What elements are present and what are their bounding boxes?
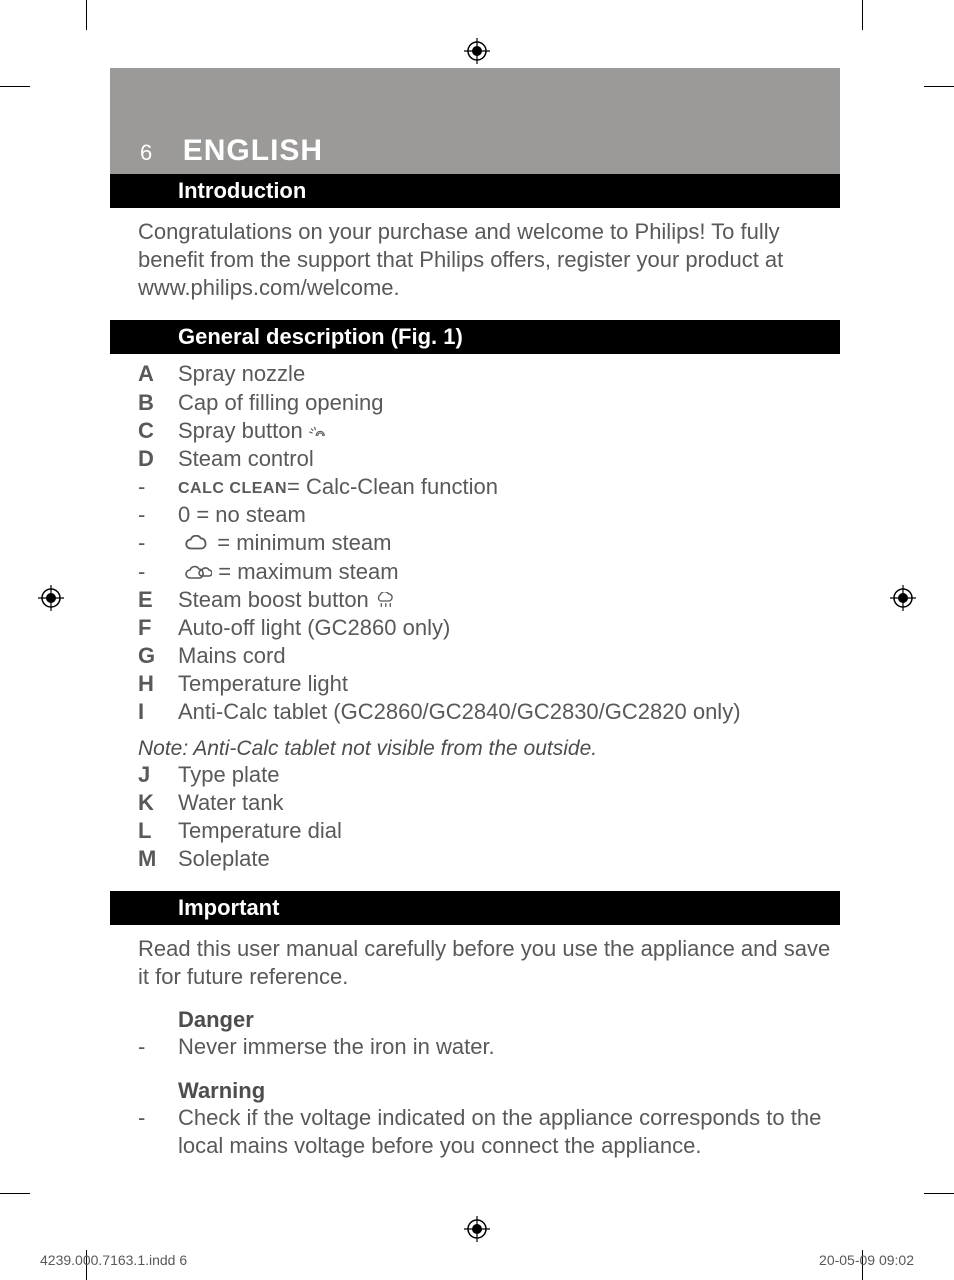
list-item: DSteam control [138,445,840,473]
item-text: Type plate [178,761,840,789]
item-text: Check if the voltage indicated on the ap… [178,1104,840,1160]
item-label: A [138,360,178,388]
crop-mark [0,86,30,87]
item-dash: - [138,1033,178,1061]
item-text: Never immerse the iron in water. [178,1033,840,1061]
item-text: 0 = no steam [178,501,840,529]
list-item: LTemperature dial [138,817,840,845]
list-item: IAnti-Calc tablet (GC2860/GC2840/GC2830/… [138,698,840,726]
item-label: L [138,817,178,845]
page-number: 6 [140,140,153,166]
list-item: - = maximum steam [138,558,840,586]
crop-mark [924,86,954,87]
danger-list: -Never immerse the iron in water. [110,1033,840,1061]
item-text: Spray button [178,417,840,445]
item-text: Water tank [178,789,840,817]
list-item: CSpray button [138,417,840,445]
item-text: Temperature light [178,670,840,698]
item-label: D [138,445,178,473]
list-item: JType plate [138,761,840,789]
anti-calc-note: Note: Anti-Calc tablet not visible from … [110,727,840,761]
registration-mark-icon [38,585,64,611]
list-item: KWater tank [138,789,840,817]
crop-mark [0,1193,30,1194]
general-description-list: ASpray nozzle BCap of filling opening CS… [110,354,840,726]
crop-mark [924,1193,954,1194]
steam-boost-icon [375,587,397,612]
item-text: Auto-off light (GC2860 only) [178,614,840,642]
item-label: E [138,586,178,614]
crop-mark [862,0,863,30]
item-text: Soleplate [178,845,840,873]
item-text: Spray nozzle [178,360,840,388]
item-label: F [138,614,178,642]
item-text: Mains cord [178,642,840,670]
registration-mark-icon [464,38,490,64]
danger-heading: Danger [110,1007,840,1033]
page-header-banner: 6 ENGLISH [110,68,840,174]
list-item: GMains cord [138,642,840,670]
list-item: BCap of filling opening [138,389,840,417]
item-label: G [138,642,178,670]
steam-min-icon [184,530,211,555]
item-label: J [138,761,178,789]
list-item: -Never immerse the iron in water. [138,1033,840,1061]
spray-icon [309,418,327,443]
registration-mark-icon [890,585,916,611]
item-text: = minimum steam [178,529,840,557]
item-text: Steam boost button [178,586,840,614]
item-label: C [138,417,178,445]
list-item: HTemperature light [138,670,840,698]
section-heading-important: Important [110,891,840,925]
warning-heading: Warning [110,1078,840,1104]
item-label: I [138,698,178,726]
list-item: ESteam boost button [138,586,840,614]
item-text: CALC CLEAN= Calc-Clean function [178,473,840,501]
item-dash: - [138,473,178,501]
item-label: H [138,670,178,698]
list-item: -CALC CLEAN= Calc-Clean function [138,473,840,501]
general-description-list-2: JType plate KWater tank LTemperature dia… [110,761,840,874]
section-heading-introduction: Introduction [110,174,840,208]
page-title: ENGLISH [183,134,323,168]
section-heading-general: General description (Fig. 1) [110,320,840,354]
list-item: -Check if the voltage indicated on the a… [138,1104,840,1160]
list-item: - = minimum steam [138,529,840,557]
item-label: M [138,845,178,873]
list-item: - 0 = no steam [138,501,840,529]
warning-list: -Check if the voltage indicated on the a… [110,1104,840,1160]
footer-filename: 4239.000.7163.1.indd 6 [40,1252,187,1268]
list-item: FAuto-off light (GC2860 only) [138,614,840,642]
footer-timestamp: 20-05-09 09:02 [819,1252,914,1268]
item-dash: - [138,529,178,557]
item-dash: - [138,1104,178,1132]
list-item: MSoleplate [138,845,840,873]
item-label: B [138,389,178,417]
item-text: = maximum steam [178,558,840,586]
item-text: Anti-Calc tablet (GC2860/GC2840/GC2830/G… [178,698,840,726]
item-label: K [138,789,178,817]
imposition-footer: 4239.000.7163.1.indd 6 20-05-09 09:02 [40,1252,914,1268]
intro-body: Congratulations on your purchase and wel… [110,208,840,302]
item-text: Temperature dial [178,817,840,845]
page-content: 6 ENGLISH Introduction Congratulations o… [110,68,840,1160]
important-body: Read this user manual carefully before y… [110,925,840,991]
item-dash: - [138,558,178,586]
registration-mark-icon [464,1216,490,1242]
item-text: Cap of filling opening [178,389,840,417]
crop-mark [86,0,87,30]
steam-max-icon [184,559,212,584]
list-item: ASpray nozzle [138,360,840,388]
item-text: Steam control [178,445,840,473]
item-dash: - [138,501,178,529]
